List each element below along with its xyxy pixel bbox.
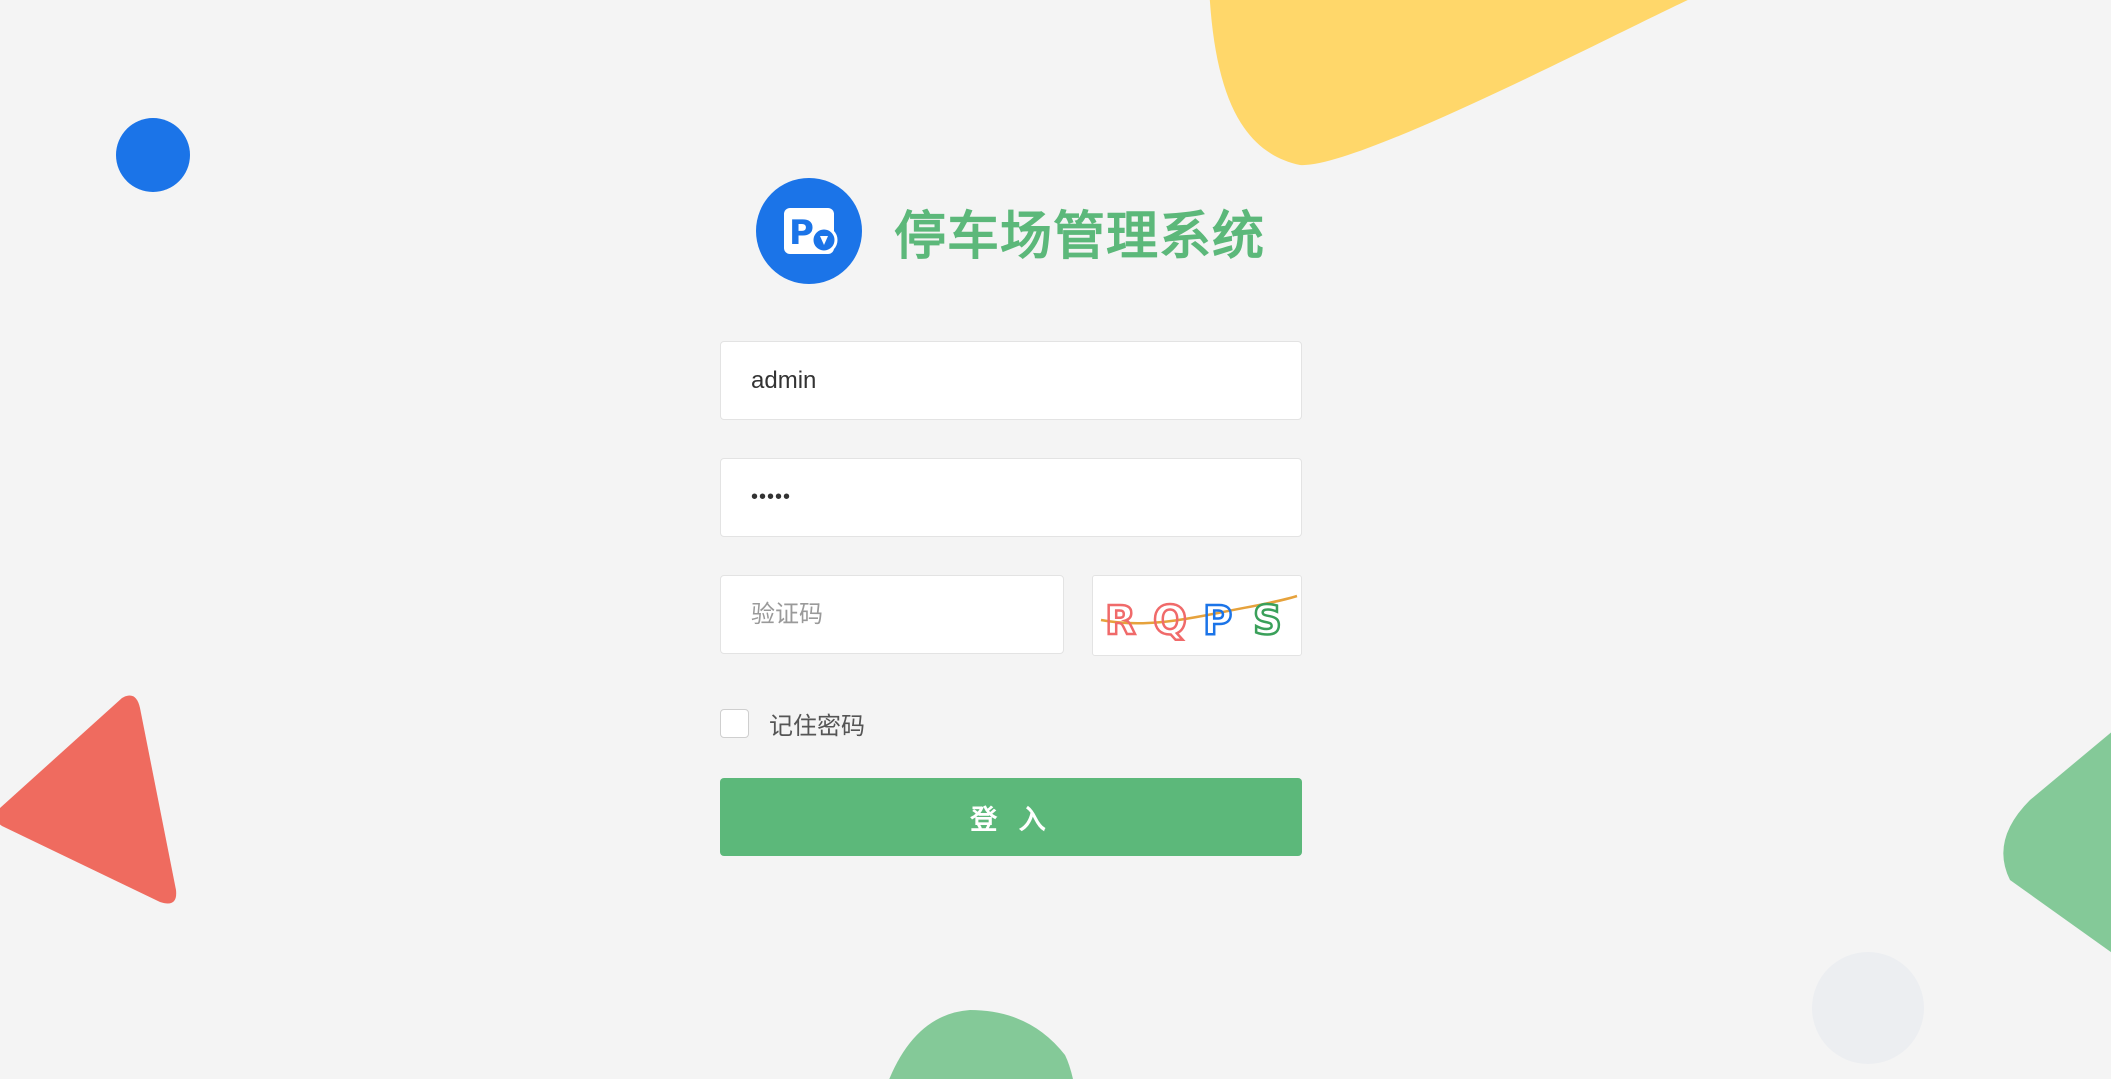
captcha-field-wrapper — [720, 575, 1064, 654]
captcha-row: R Q P S — [720, 575, 1302, 656]
captcha-char: P — [1203, 598, 1232, 644]
svg-text:P: P — [789, 213, 814, 253]
captcha-image[interactable]: R Q P S — [1092, 575, 1302, 656]
captcha-input[interactable] — [749, 599, 1035, 630]
decorative-grey-circle — [1812, 952, 1924, 1064]
captcha-char: S — [1253, 598, 1282, 644]
captcha-char: Q — [1153, 598, 1187, 644]
decorative-red-triangle — [0, 695, 177, 904]
username-input[interactable] — [749, 365, 1273, 396]
login-button[interactable]: 登 入 — [720, 778, 1302, 856]
decorative-green-shape-bottom — [889, 1010, 1073, 1079]
parking-lot-icon: P — [756, 178, 862, 284]
login-page: P 停车场管理系统 R Q P S — [0, 0, 2111, 1079]
password-input[interactable] — [749, 485, 1273, 510]
decorative-yellow-shape — [1209, 0, 1688, 166]
decorative-green-shape-right — [2003, 732, 2111, 953]
password-field-wrapper — [720, 458, 1302, 537]
remember-password-label[interactable]: 记住密码 — [769, 706, 865, 741]
page-title: 停车场管理系统 — [894, 206, 1266, 267]
login-form: R Q P S 记住密码 登 入 — [720, 341, 1302, 856]
captcha-char: R — [1105, 598, 1136, 644]
remember-password-checkbox[interactable] — [720, 708, 749, 738]
username-field-wrapper — [720, 341, 1302, 420]
decorative-blue-circle — [116, 118, 190, 192]
remember-password-row: 记住密码 — [720, 706, 1302, 740]
brand-header: P 停车场管理系统 — [756, 176, 1265, 286]
